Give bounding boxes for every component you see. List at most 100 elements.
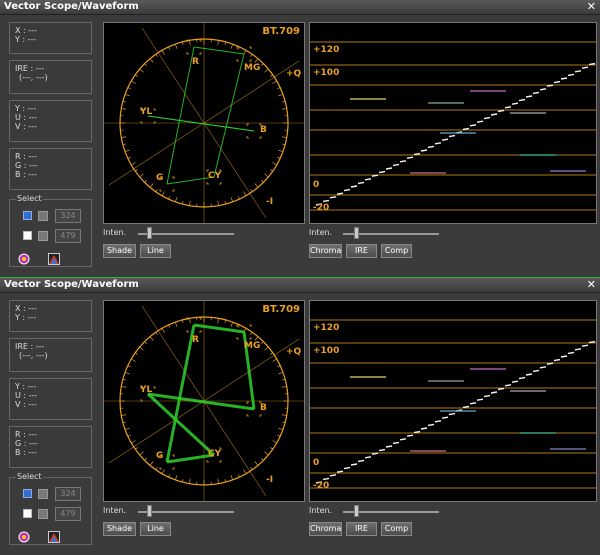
eyedropper-icon[interactable]	[38, 509, 48, 519]
select-checkbox-1[interactable]	[23, 211, 32, 220]
graticule-tick	[139, 346, 144, 351]
graticule-tick	[250, 53, 253, 57]
select-value-1[interactable]: 324	[55, 487, 81, 501]
vector-trace	[213, 53, 245, 178]
waveform-mode-icon[interactable]	[48, 531, 60, 543]
vector-trace	[166, 46, 195, 185]
graticule-tick	[189, 200, 191, 206]
eyedropper-icon[interactable]	[38, 489, 48, 499]
chroma-button[interactable]: Chroma	[309, 522, 342, 536]
waveform-mode-icon[interactable]	[48, 253, 60, 265]
graticule-tick	[230, 321, 234, 327]
vectorscope-mode-icon[interactable]	[18, 531, 30, 543]
graticule-tick	[189, 40, 191, 46]
waveform-graticule	[310, 41, 596, 211]
y-luma-value: Y : ---	[15, 382, 37, 391]
graticule-tick	[149, 58, 154, 63]
waveform-trace	[525, 95, 533, 98]
graticule-tick	[124, 427, 130, 431]
b-value: B : ---	[15, 448, 37, 457]
target-q-label: +Q	[286, 69, 302, 79]
waveform-trace	[574, 348, 582, 351]
waveform-trace	[476, 398, 484, 401]
graticule-tick	[149, 461, 154, 466]
select-value-2[interactable]: 479	[55, 229, 81, 243]
waveform-trace	[511, 380, 519, 383]
waveform-trace	[532, 369, 540, 373]
graticule-tick	[277, 156, 281, 159]
ire-button[interactable]: IRE	[346, 522, 377, 536]
waveform-trace	[539, 366, 547, 369]
graticule-tick	[272, 358, 277, 362]
graticule-tick	[131, 440, 136, 444]
graticule-tick	[254, 461, 259, 466]
waveform-trace	[406, 434, 414, 437]
comp-button[interactable]: Comp	[381, 244, 412, 258]
comp-button[interactable]: Comp	[381, 522, 412, 536]
waveform-trace	[539, 88, 547, 91]
waveform-trace	[329, 196, 337, 199]
close-icon[interactable]: ✕	[587, 0, 596, 14]
graticule-tick	[243, 469, 247, 474]
ire-button[interactable]: IRE	[346, 244, 377, 258]
waveform-trace	[357, 459, 365, 463]
waveform-trace	[581, 344, 589, 347]
select-checkbox-2[interactable]	[23, 231, 32, 240]
close-icon[interactable]: ✕	[587, 278, 596, 292]
graticule-tick	[237, 474, 240, 478]
graticule-tick	[278, 149, 284, 153]
graticule-tick	[270, 169, 274, 172]
u-value: U : ---	[15, 391, 38, 400]
graticule-tick	[250, 467, 253, 471]
eyedropper-icon[interactable]	[38, 231, 48, 241]
graticule-tick	[155, 53, 158, 57]
ire-minus20-label: -20	[313, 203, 330, 213]
graticule-tick	[155, 467, 158, 471]
graticule-tick	[155, 189, 158, 193]
shade-button[interactable]: Shade	[103, 244, 136, 258]
graticule-tick	[270, 352, 274, 355]
waveform-trace	[434, 420, 442, 423]
select-value-1[interactable]: 324	[55, 209, 81, 223]
shade-button[interactable]: Shade	[103, 522, 136, 536]
ire-plus100-label: +100	[313, 68, 340, 78]
graticule-tick	[131, 162, 136, 166]
line-button[interactable]: Line	[140, 244, 171, 258]
waveform-trace	[497, 387, 505, 391]
waveform-trace	[448, 134, 456, 138]
target-cy-label: CY	[208, 449, 222, 459]
graticule-tick	[281, 414, 287, 416]
waveform-trace	[399, 438, 407, 441]
vectorscope-graticule	[104, 23, 304, 223]
ire-zero-label: 0	[313, 458, 320, 468]
select-checkbox-2[interactable]	[23, 509, 32, 518]
chroma-button[interactable]: Chroma	[309, 244, 342, 258]
y-value: Y : ---	[15, 313, 37, 322]
graticule-tick	[168, 324, 171, 328]
waveform-trace	[378, 448, 386, 452]
vector-intensity-slider[interactable]	[147, 227, 152, 239]
graticule-tick	[174, 43, 178, 49]
graticule-tick	[144, 341, 147, 344]
eyedropper-icon[interactable]	[38, 211, 48, 221]
graticule-tick	[174, 321, 178, 327]
waveform-trace	[581, 66, 589, 69]
wave-intensity-slider[interactable]	[354, 505, 359, 517]
vector-intensity-track[interactable]	[138, 233, 234, 235]
vectorscope-mode-icon[interactable]	[18, 253, 30, 265]
graticule-tick	[121, 414, 127, 416]
graticule-tick	[261, 341, 264, 344]
graticule-tick	[189, 318, 191, 324]
graticule-tick	[272, 440, 277, 444]
vector-intensity-slider[interactable]	[147, 505, 152, 517]
target-b-label: B	[260, 403, 267, 413]
u-value: U : ---	[15, 113, 38, 122]
vector-intensity-track[interactable]	[138, 511, 234, 513]
line-button[interactable]: Line	[140, 522, 171, 536]
waveform-trace	[413, 430, 421, 434]
wave-intensity-slider[interactable]	[354, 227, 359, 239]
select-value-2[interactable]: 479	[55, 507, 81, 521]
graticule-tick	[168, 474, 171, 478]
select-checkbox-1[interactable]	[23, 489, 32, 498]
graticule-tick	[237, 196, 240, 200]
